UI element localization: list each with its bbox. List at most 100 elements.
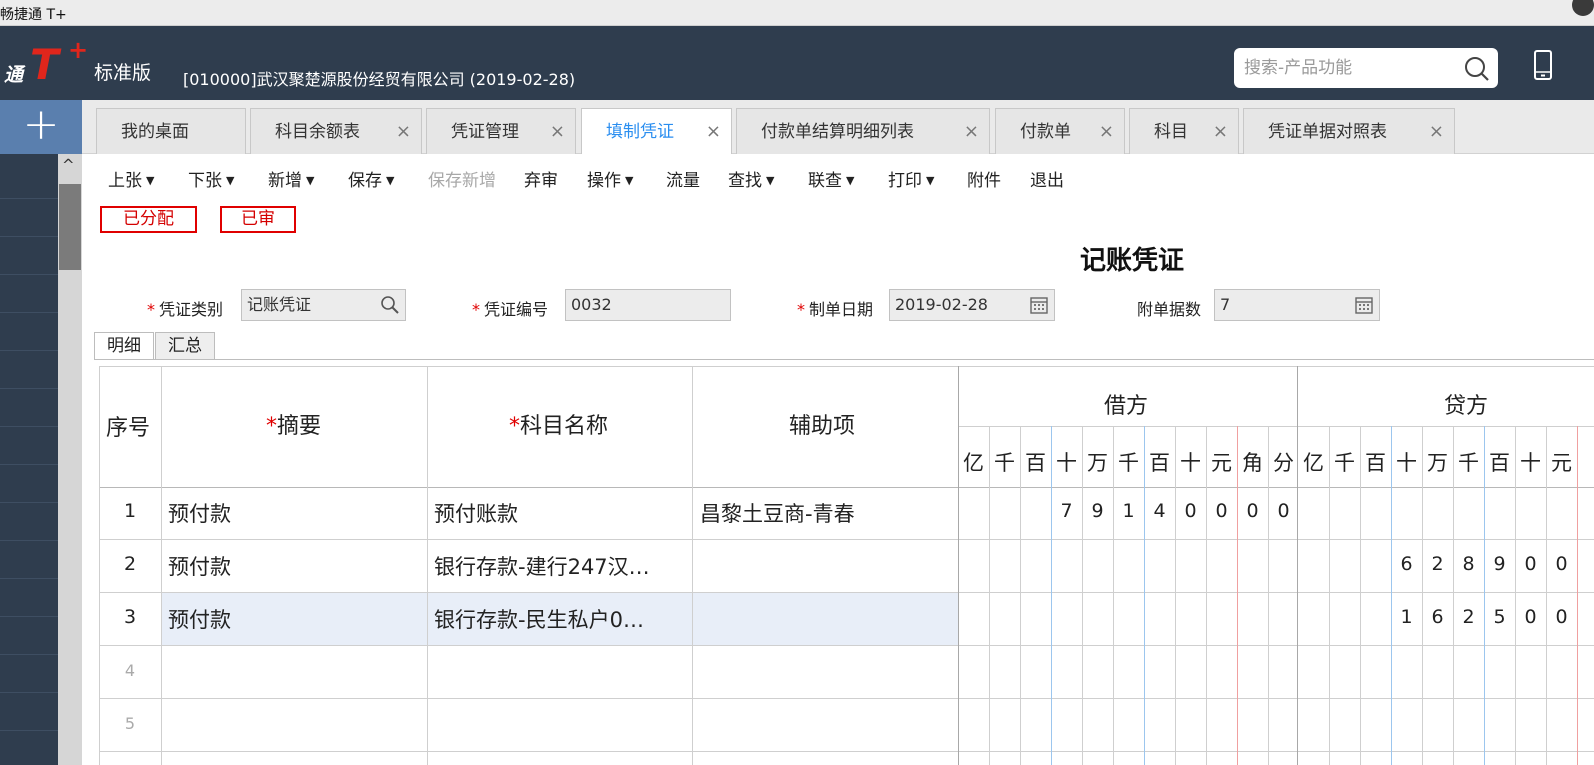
table-row[interactable]	[99, 539, 1594, 592]
mobile-icon[interactable]	[1533, 50, 1553, 80]
search-icon[interactable]	[1464, 56, 1490, 82]
sidebar-divider	[0, 616, 58, 617]
field-value: 记账凭证	[247, 295, 312, 314]
tab-payment-settlement-list[interactable]: 付款单结算明细列表 ×	[736, 108, 990, 154]
grid-line	[99, 751, 1594, 752]
search-icon[interactable]	[379, 294, 401, 316]
row-account-cell[interactable]: 预付账款	[434, 498, 518, 528]
sidebar-divider	[0, 654, 58, 655]
window-close-icon[interactable]	[1572, 0, 1594, 16]
table-row[interactable]	[99, 645, 1594, 698]
window-titlebar: 畅捷通 T+	[0, 0, 1594, 26]
calendar-icon[interactable]	[1028, 294, 1050, 316]
search-input[interactable]	[1242, 52, 1452, 84]
product-search[interactable]	[1234, 48, 1498, 88]
label-text: 凭证类别	[159, 300, 224, 319]
unit-header: 百	[1489, 451, 1510, 475]
table-row[interactable]	[99, 592, 1594, 645]
toolbar-print-button[interactable]: 打印 ▼	[888, 166, 934, 191]
chevron-down-icon: ▼	[926, 174, 935, 187]
tab-close-icon[interactable]: ×	[550, 109, 565, 155]
scroll-up-icon[interactable]: ^	[62, 156, 75, 174]
button-label: 下张	[188, 171, 222, 191]
toolbar-prev-button[interactable]: 上张 ▼	[108, 166, 154, 191]
col-header-aux: 辅助项	[789, 414, 856, 439]
amount-digit: 9	[1091, 500, 1104, 522]
tab-close-icon[interactable]: ×	[1099, 109, 1114, 155]
grid-line	[958, 366, 959, 765]
toolbar-save-button[interactable]: 保存 ▼	[348, 166, 394, 191]
button-label: 查找	[728, 171, 762, 191]
grid-line	[1391, 426, 1392, 765]
subtab-detail[interactable]: 明细	[94, 332, 154, 360]
required-mark: *	[147, 300, 155, 319]
toolbar-flow-button[interactable]: 流量	[666, 166, 700, 191]
chevron-down-icon: ▼	[306, 174, 315, 187]
unit-header: 万	[1427, 451, 1448, 475]
chevron-down-icon: ▼	[625, 174, 634, 187]
chevron-down-icon: ▼	[766, 174, 775, 187]
row-summary-cell[interactable]: 预付款	[168, 604, 231, 634]
amount-digit: 2	[1462, 606, 1475, 628]
row-summary-cell[interactable]: 预付款	[168, 498, 231, 528]
toolbar-exit-button[interactable]: 退出	[1030, 166, 1064, 191]
row-account-cell[interactable]: 银行存款-建行247汉…	[434, 551, 650, 581]
tab-fill-voucher[interactable]: 填制凭证 ×	[581, 108, 732, 156]
grid-line	[1082, 426, 1083, 765]
toolbar-linked-query-button[interactable]: 联查 ▼	[808, 166, 854, 191]
row-aux-cell[interactable]: 昌黎土豆商-青春	[700, 498, 855, 528]
chevron-down-icon: ▼	[386, 174, 395, 187]
tab-payment-order[interactable]: 付款单 ×	[995, 108, 1125, 154]
row-account-cell[interactable]: 银行存款-民生私户0…	[434, 604, 644, 634]
grid-line	[99, 592, 1594, 593]
tab-close-icon[interactable]: ×	[1213, 109, 1228, 155]
table-row[interactable]	[99, 698, 1594, 751]
scrollbar-thumb[interactable]	[59, 184, 81, 270]
unit-header: 万	[1087, 451, 1108, 475]
voucher-date-label: * 制单日期	[797, 296, 873, 320]
toolbar-find-button[interactable]: 查找 ▼	[728, 166, 774, 191]
toolbar-operate-button[interactable]: 操作 ▼	[587, 166, 633, 191]
voucher-date-field[interactable]: 2019-02-28	[889, 289, 1055, 321]
grid-line	[1515, 426, 1516, 765]
tab-close-icon[interactable]: ×	[1429, 109, 1444, 155]
tab-close-icon[interactable]: ×	[964, 109, 979, 155]
amount-digit: 2	[1431, 553, 1444, 575]
tab-subject[interactable]: 科目 ×	[1129, 108, 1239, 154]
tab-close-icon[interactable]: ×	[706, 109, 721, 155]
grid-line	[1051, 426, 1052, 765]
tab-close-icon[interactable]: ×	[396, 109, 411, 155]
unit-header: 十	[1180, 451, 1201, 475]
grid-line	[1297, 366, 1298, 765]
tab-voucher-management[interactable]: 凭证管理 ×	[426, 108, 576, 154]
calculator-icon[interactable]	[1353, 294, 1375, 316]
required-mark: *	[509, 414, 520, 439]
sidebar-divider	[0, 692, 58, 693]
subtab-summary[interactable]: 汇总	[155, 332, 215, 360]
row-summary-cell[interactable]: 预付款	[168, 551, 231, 581]
sidebar-divider	[0, 350, 58, 351]
toolbar-new-button[interactable]: 新增 ▼	[268, 166, 314, 191]
tab-account-balance[interactable]: 科目余额表 ×	[250, 108, 422, 154]
amount-digit: 6	[1431, 606, 1444, 628]
toolbar-attachment-button[interactable]: 附件	[967, 166, 1001, 191]
sidebar-divider	[0, 502, 58, 503]
toolbar-unapprove-button[interactable]: 弃审	[524, 166, 558, 191]
amount-digit: 9	[1493, 553, 1506, 575]
toolbar-next-button[interactable]: 下张 ▼	[188, 166, 234, 191]
grid-line	[1329, 426, 1330, 765]
sidebar-divider	[0, 464, 58, 465]
toolbar-save-new-button[interactable]: 保存新增	[428, 166, 496, 191]
col-header-summary: *摘要	[266, 408, 321, 440]
add-menu-button[interactable]: +	[0, 100, 82, 154]
tab-my-desktop[interactable]: 我的桌面	[96, 108, 246, 154]
unit-header: 亿	[963, 451, 984, 475]
voucher-number-field[interactable]: 0032	[565, 289, 731, 321]
amount-digit: 5	[1493, 606, 1506, 628]
sidebar-menu-strip[interactable]	[0, 154, 58, 765]
tab-voucher-document-comparison[interactable]: 凭证单据对照表 ×	[1243, 108, 1455, 154]
voucher-type-field[interactable]: 记账凭证	[241, 289, 406, 321]
grid-line	[989, 426, 990, 765]
sidebar-scrollbar[interactable]: ^	[58, 154, 82, 765]
attachment-count-field[interactable]: 7	[1214, 289, 1380, 321]
